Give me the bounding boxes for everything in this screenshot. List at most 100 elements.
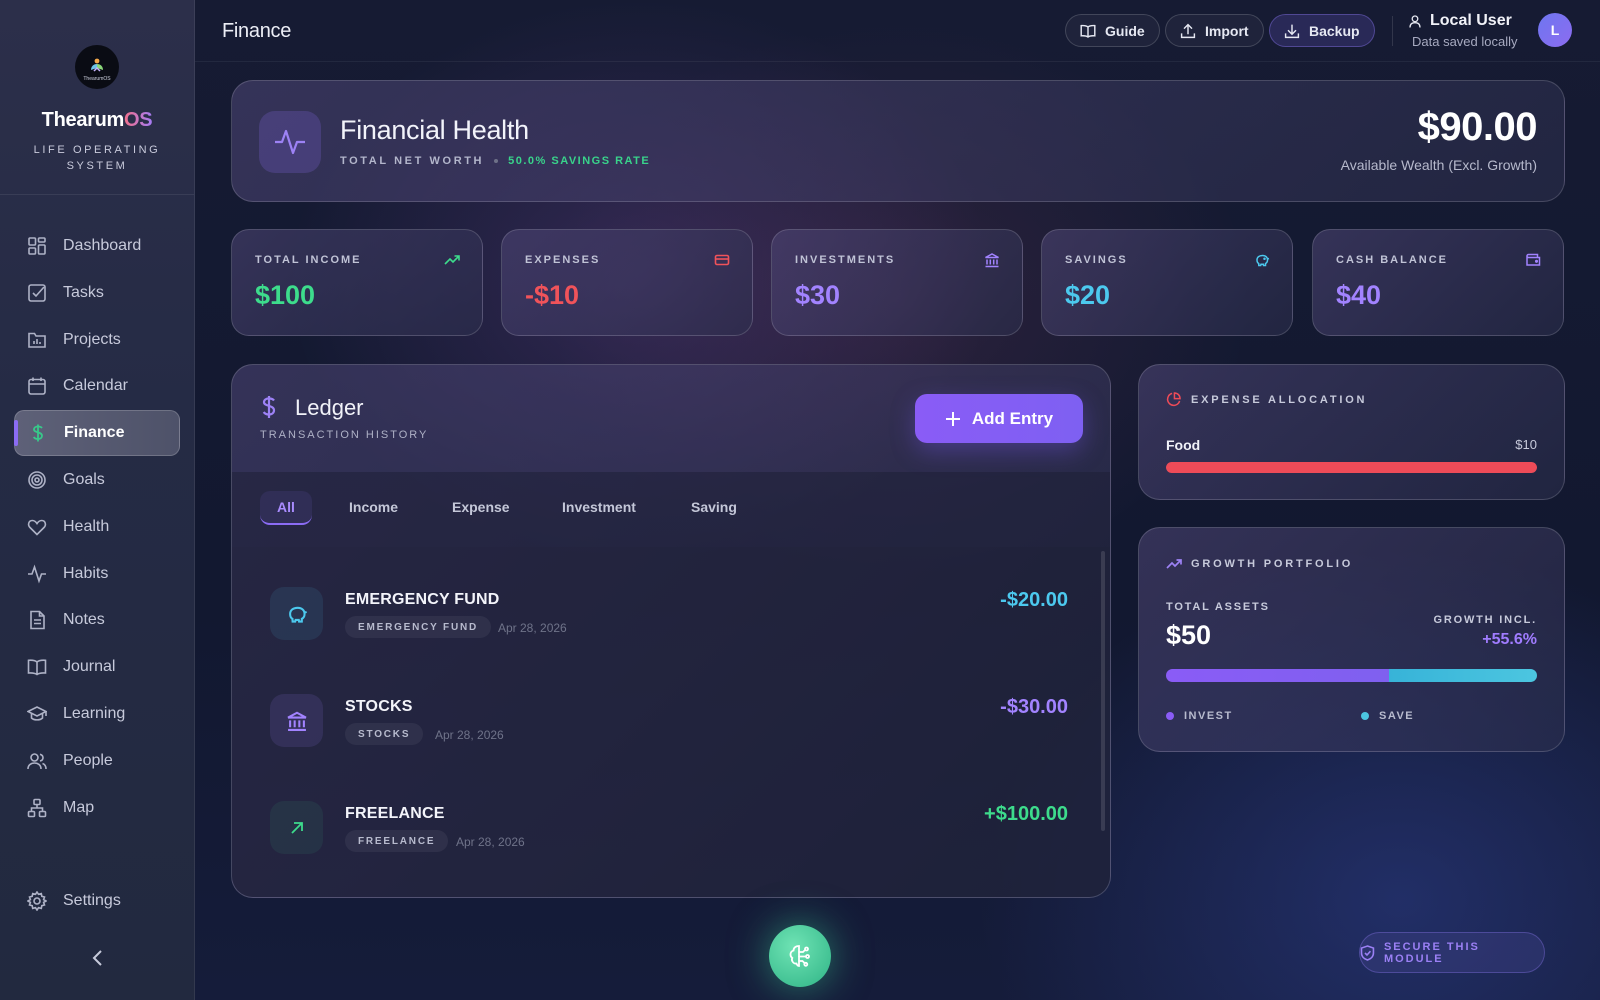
sidebar-item-tasks[interactable]: Tasks <box>14 270 180 316</box>
bank-icon <box>270 694 323 747</box>
financial-health-card: Financial Health TOTAL NET WORTH 50.0% S… <box>231 80 1565 202</box>
sidebar-item-label: Goals <box>63 470 105 488</box>
sidebar-item-dashboard[interactable]: Dashboard <box>14 223 180 269</box>
stat-label: SAVINGS <box>1065 254 1128 266</box>
portfolio-bar-invest <box>1166 669 1389 682</box>
dollar-icon <box>27 422 49 444</box>
target-icon <box>26 469 48 491</box>
sidebar-item-label: Health <box>63 517 110 535</box>
sidebar-item-label: Journal <box>63 658 116 676</box>
stat-card-expenses[interactable]: EXPENSES -$10 <box>501 229 753 336</box>
ledger-subtitle: TRANSACTION HISTORY <box>260 429 429 441</box>
brand-name-accent: OS <box>124 109 153 131</box>
sidebar-item-habits[interactable]: Habits <box>14 551 180 597</box>
sidebar-item-finance[interactable]: Finance <box>14 410 180 457</box>
sidebar-item-journal[interactable]: Journal <box>14 644 180 690</box>
guide-button[interactable]: Guide <box>1065 14 1160 47</box>
brand-name-main: Thearum <box>41 109 125 131</box>
trending-up-icon <box>1166 556 1182 577</box>
people-icon <box>26 750 48 772</box>
portfolio-bar-save <box>1388 669 1537 682</box>
growth-title: GROWTH PORTFOLIO <box>1191 558 1354 570</box>
stat-value: $100 <box>255 280 316 310</box>
secure-module-button[interactable]: SECURE THIS MODULE <box>1359 932 1545 973</box>
app-logo[interactable]: ThearumOS <box>75 45 119 89</box>
sidebar-item-label: Map <box>63 798 95 816</box>
entry-name: EMERGENCY FUND <box>345 591 500 608</box>
expense-allocation-card: EXPENSE ALLOCATION Food $10 <box>1138 364 1565 500</box>
separator-dot <box>494 159 499 163</box>
tab-investment[interactable]: Investment <box>562 499 636 515</box>
tab-expense[interactable]: Expense <box>452 499 510 515</box>
sidebar-item-label: Settings <box>63 892 121 909</box>
net-worth-note: Available Wealth (Excl. Growth) <box>1340 157 1537 173</box>
collapse-sidebar-button[interactable] <box>86 946 110 970</box>
sidebar-item-map[interactable]: Map <box>14 785 180 831</box>
backup-button[interactable]: Backup <box>1269 14 1375 47</box>
plus-icon <box>945 411 960 426</box>
sidebar-item-people[interactable]: People <box>14 738 180 784</box>
entry-date: Apr 28, 2026 <box>498 621 567 635</box>
stat-card-investments[interactable]: INVESTMENTS $30 <box>771 229 1023 336</box>
legend-swatch <box>1361 712 1369 720</box>
list-item[interactable]: FREELANCE FREELANCE Apr 28, 2026 +$100.0… <box>232 761 1110 867</box>
sidebar-nav: Dashboard Tasks Projects Calendar Financ… <box>0 195 194 831</box>
entry-tag: STOCKS <box>345 723 424 745</box>
stat-value: $30 <box>795 280 841 310</box>
sidebar-item-label: Finance <box>64 424 125 442</box>
list-item[interactable]: STOCKS STOCKS Apr 28, 2026 -$30.00 <box>232 654 1110 760</box>
sidebar-item-label: Habits <box>63 564 109 582</box>
trending-up-icon <box>444 252 460 273</box>
sidebar-item-learning[interactable]: Learning <box>14 691 180 737</box>
legend-invest: INVEST <box>1166 710 1233 722</box>
import-button[interactable]: Import <box>1165 14 1264 47</box>
tab-income[interactable]: Income <box>349 499 398 515</box>
user-status: Data saved locally <box>1412 34 1518 49</box>
shield-icon <box>1360 944 1375 961</box>
upload-icon <box>1180 23 1196 38</box>
avatar[interactable]: L <box>1538 13 1572 47</box>
brand-subtitle: LIFE OPERATING SYSTEM <box>33 144 161 172</box>
sidebar-item-settings[interactable]: Settings <box>14 878 180 924</box>
net-worth-amount: $90.00 <box>1417 105 1538 149</box>
savings-rate: 50.0% SAVINGS RATE <box>508 155 651 167</box>
total-assets-value: $50 <box>1166 620 1212 650</box>
brand-name: ThearumOS <box>0 109 194 132</box>
sidebar-item-label: Calendar <box>63 377 128 395</box>
settings-section: Settings <box>14 878 180 925</box>
assistant-button[interactable] <box>769 925 831 987</box>
sidebar-item-health[interactable]: Health <box>14 504 180 550</box>
allocation-bar <box>1166 462 1537 473</box>
stat-card-income[interactable]: TOTAL INCOME $100 <box>231 229 483 336</box>
sidebar-item-label: Dashboard <box>63 237 142 254</box>
entry-date: Apr 28, 2026 <box>435 728 504 742</box>
tab-all[interactable]: All <box>260 491 312 525</box>
user-name-text: Local User <box>1430 12 1512 29</box>
allocation-name: Food <box>1166 437 1201 453</box>
stat-value: $40 <box>1336 280 1382 310</box>
stat-card-savings[interactable]: SAVINGS $20 <box>1041 229 1293 336</box>
allocation-bar-fill <box>1166 462 1537 473</box>
book-icon <box>26 656 48 678</box>
sitemap-icon <box>26 797 48 819</box>
brand-block: ThearumOS ThearumOS LIFE OPERATING SYSTE… <box>0 0 194 195</box>
gear-icon <box>26 890 48 912</box>
user-info[interactable]: Local User Data saved locally <box>1409 12 1518 49</box>
entry-amount: -$20.00 <box>1000 589 1068 611</box>
tab-saving[interactable]: Saving <box>691 499 737 515</box>
top-bar: Finance Guide Import Backup Local User D… <box>195 0 1600 62</box>
stat-card-cash-balance[interactable]: CASH BALANCE $40 <box>1312 229 1564 336</box>
net-worth-label: TOTAL NET WORTH <box>340 155 485 167</box>
stat-value: $20 <box>1065 280 1111 310</box>
user-icon <box>1409 14 1421 28</box>
pie-chart-icon <box>1166 392 1181 412</box>
list-item[interactable]: EMERGENCY FUND EMERGENCY FUND Apr 28, 20… <box>232 547 1110 653</box>
wallet-icon <box>1525 252 1541 273</box>
sidebar-item-calendar[interactable]: Calendar <box>14 363 180 409</box>
sidebar-item-goals[interactable]: Goals <box>14 457 180 503</box>
sidebar-item-notes[interactable]: Notes <box>14 597 180 643</box>
sidebar-item-label: Tasks <box>63 283 104 301</box>
add-entry-button[interactable]: Add Entry <box>915 394 1083 443</box>
sidebar-item-projects[interactable]: Projects <box>14 317 180 363</box>
ledger-title: Ledger <box>295 395 364 420</box>
